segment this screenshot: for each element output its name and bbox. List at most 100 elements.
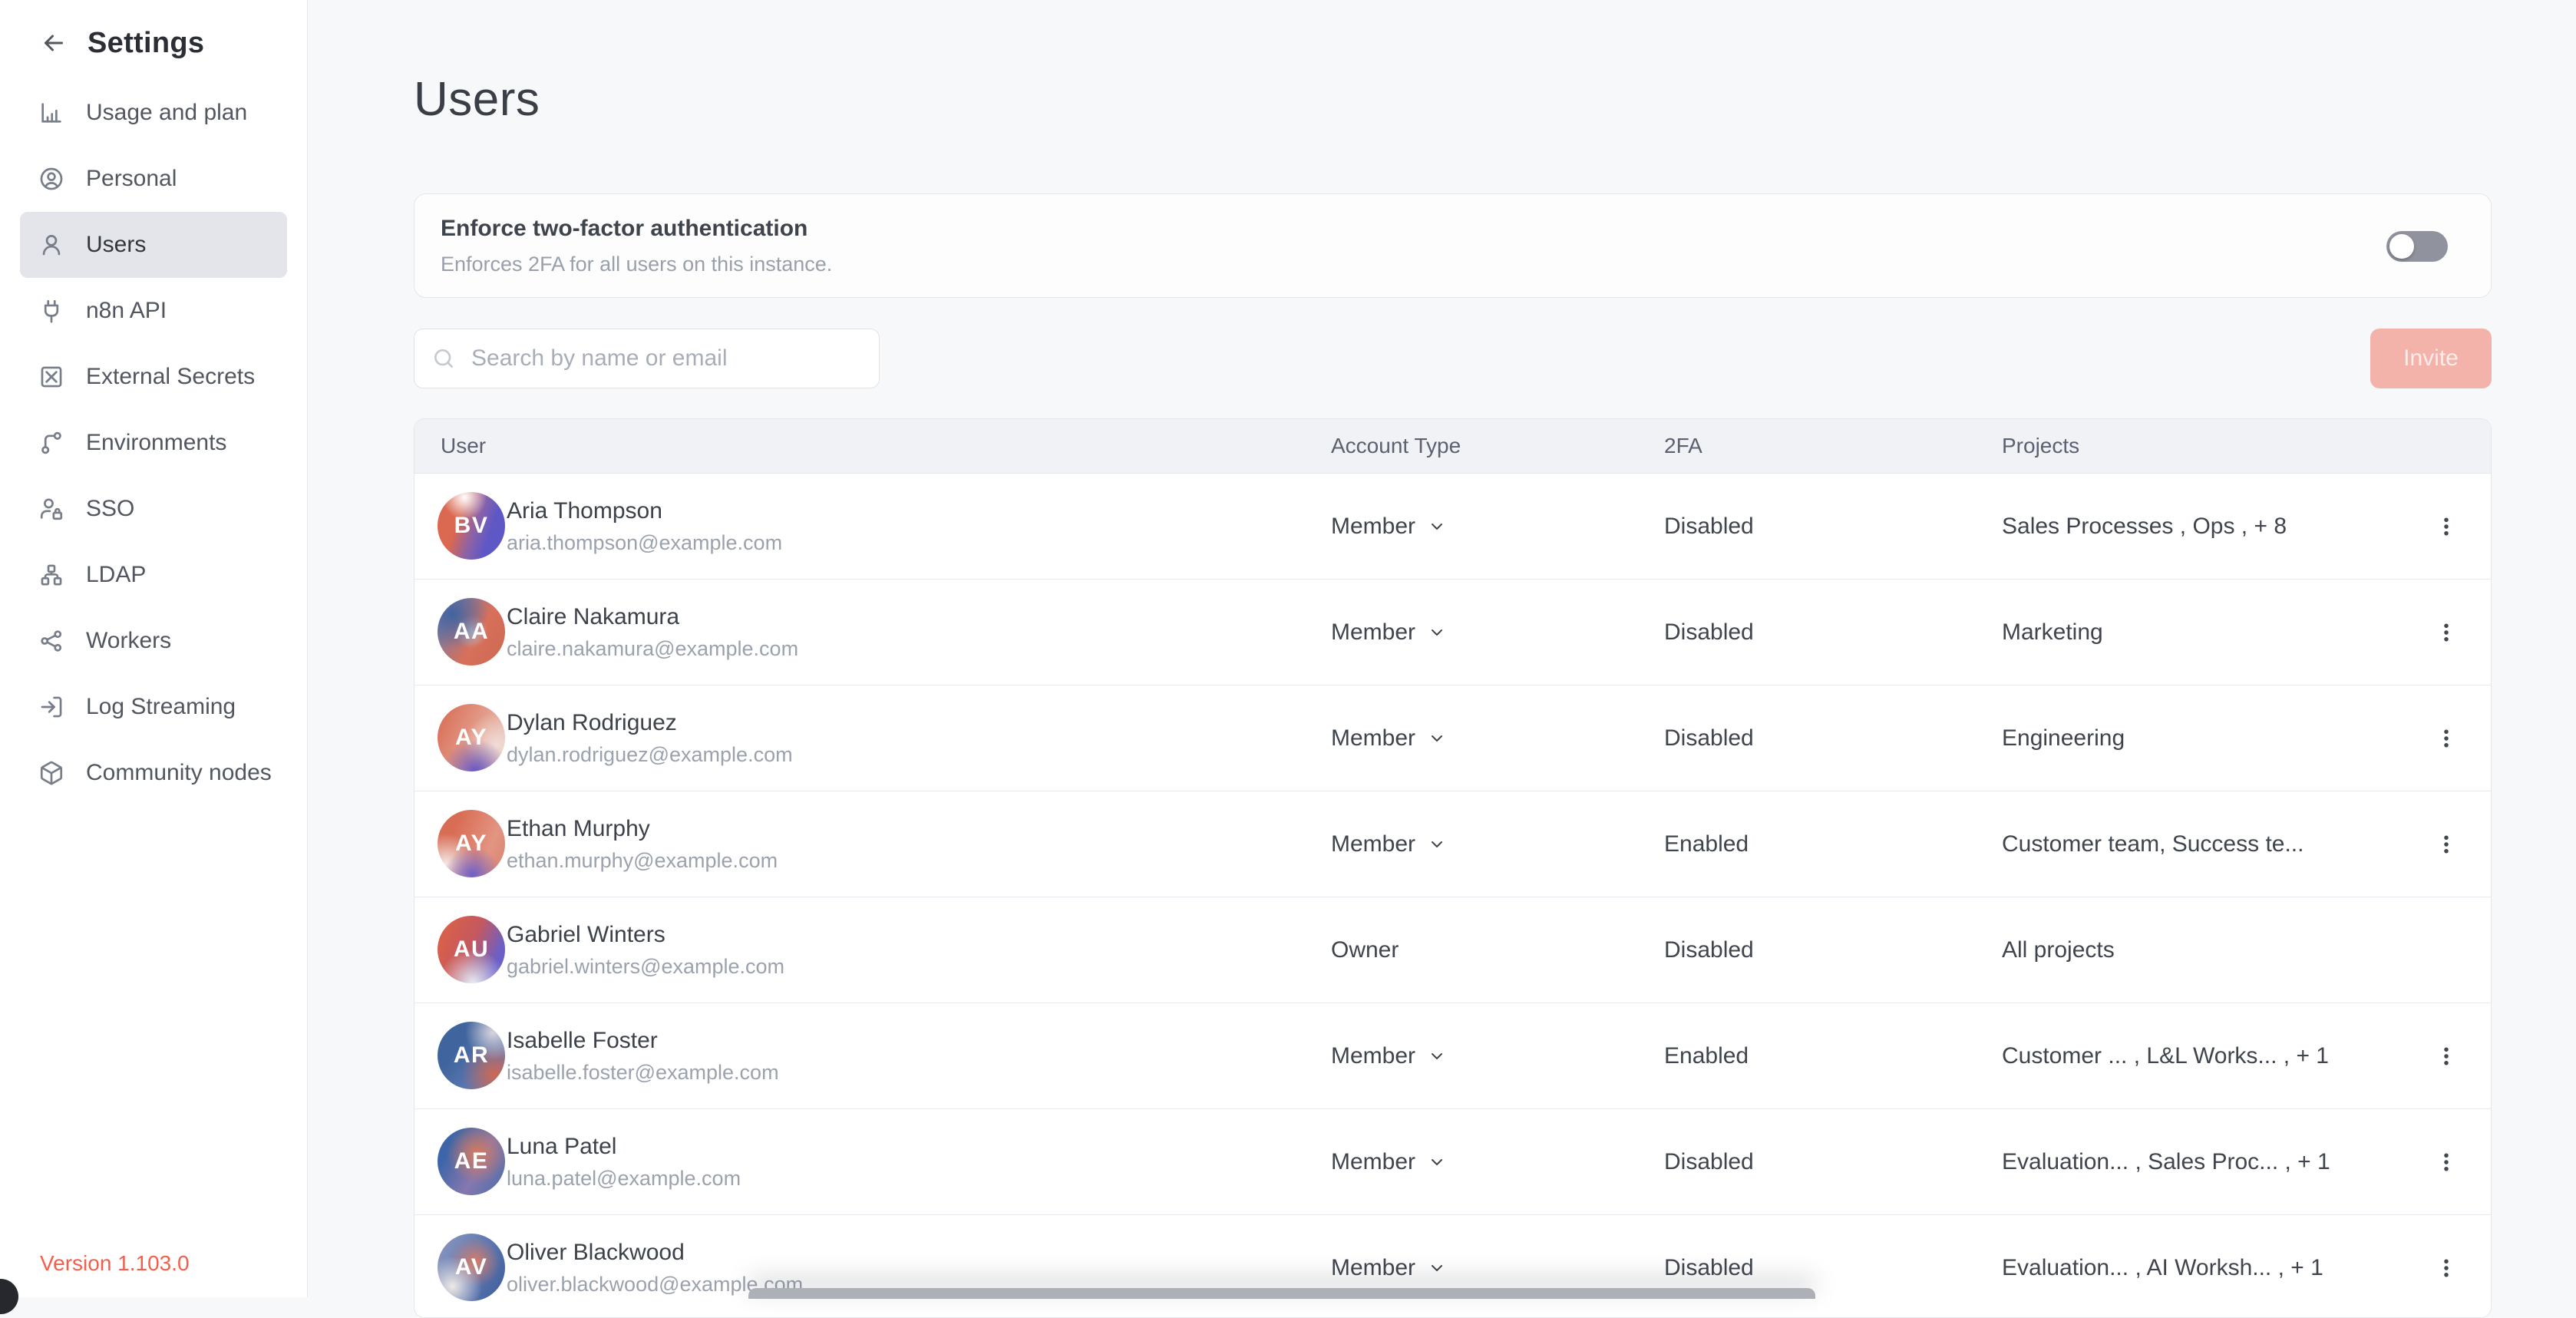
twofa-status: Disabled <box>1664 619 1754 646</box>
invite-button[interactable]: Invite <box>2370 329 2492 388</box>
avatar-initials: AY <box>455 725 487 751</box>
table-row: AE Luna Patel luna.patel@example.com Mem… <box>414 1109 2491 1215</box>
enforce-2fa-card: Enforce two-factor authentication Enforc… <box>414 193 2492 298</box>
twofa-status: Enabled <box>1664 1043 1749 1069</box>
avatar: AV <box>438 1234 505 1301</box>
avatar: AU <box>438 916 505 983</box>
column-header-projects: Projects <box>2002 419 2079 473</box>
chevron-down-icon <box>1428 1259 1446 1277</box>
account-type-dropdown[interactable]: Member <box>1331 831 1446 857</box>
account-type-value: Member <box>1331 1149 1415 1175</box>
user-cell: Luna Patel luna.patel@example.com <box>507 1134 741 1191</box>
main-content: Users Enforce two-factor authentication … <box>308 0 2576 1297</box>
row-menu-button[interactable] <box>2425 823 2468 866</box>
sidebar-item-external-secrets[interactable]: External Secrets <box>20 344 287 410</box>
avatar: AR <box>438 1022 505 1089</box>
user-email: luna.patel@example.com <box>507 1167 741 1191</box>
user-cell: Claire Nakamura claire.nakamura@example.… <box>507 604 798 661</box>
twofa-status: Disabled <box>1664 1149 1754 1175</box>
user-email: gabriel.winters@example.com <box>507 955 784 979</box>
git-branch-icon <box>38 430 64 456</box>
toggle-knob <box>2389 234 2414 259</box>
account-type-value: Member <box>1331 619 1415 646</box>
user-cell: Aria Thompson aria.thompson@example.com <box>507 498 782 555</box>
user-name: Ethan Murphy <box>507 816 778 842</box>
hierarchy-icon <box>38 562 64 588</box>
search-box[interactable] <box>414 329 880 388</box>
user-cell: Ethan Murphy ethan.murphy@example.com <box>507 816 778 873</box>
row-menu-button[interactable] <box>2425 611 2468 654</box>
user-email: claire.nakamura@example.com <box>507 637 798 661</box>
row-menu-button[interactable] <box>2425 717 2468 760</box>
sidebar-item-sso[interactable]: SSO <box>20 476 287 542</box>
sidebar-item-personal[interactable]: Personal <box>20 146 287 212</box>
projects-cell: Engineering <box>2002 725 2125 751</box>
twofa-status: Enabled <box>1664 831 1749 857</box>
sidebar-item-usage-and-plan[interactable]: Usage and plan <box>20 80 287 146</box>
user-name: Luna Patel <box>507 1134 741 1160</box>
account-type-dropdown[interactable]: Member <box>1331 1149 1446 1175</box>
enforce-2fa-toggle[interactable] <box>2386 231 2448 262</box>
twofa-status: Disabled <box>1664 725 1754 751</box>
sidebar-item-workers[interactable]: Workers <box>20 608 287 674</box>
sidebar-title: Settings <box>88 27 204 60</box>
avatar-initials: AV <box>455 1254 487 1280</box>
account-type-dropdown[interactable]: Member <box>1331 1255 1446 1281</box>
back-button[interactable] <box>37 26 71 60</box>
sidebar-item-log-streaming[interactable]: Log Streaming <box>20 674 287 740</box>
user-name: Isabelle Foster <box>507 1028 779 1054</box>
row-menu-button[interactable] <box>2425 505 2468 548</box>
user-email: dylan.rodriguez@example.com <box>507 743 793 767</box>
user-name: Dylan Rodriguez <box>507 710 793 736</box>
projects-cell: Customer ... , L&L Works... , + 1 <box>2002 1043 2329 1069</box>
sidebar-item-community-nodes[interactable]: Community nodes <box>20 740 287 806</box>
enforce-2fa-title: Enforce two-factor authentication <box>441 216 807 242</box>
account-type-dropdown[interactable]: Member <box>1331 1043 1446 1069</box>
table-row: AV Oliver Blackwood oliver.blackwood@exa… <box>414 1215 2491 1318</box>
version-label[interactable]: Version 1.103.0 <box>40 1251 190 1276</box>
account-type-value: Member <box>1331 831 1415 857</box>
bar-chart-icon <box>38 100 64 126</box>
twofa-status: Disabled <box>1664 937 1754 963</box>
avatar-initials: AR <box>454 1042 489 1069</box>
projects-cell: Evaluation... , Sales Proc... , + 1 <box>2002 1149 2330 1175</box>
network-icon <box>38 628 64 654</box>
chevron-down-icon <box>1428 517 1446 536</box>
user-circle-icon <box>38 166 64 192</box>
projects-cell: All projects <box>2002 937 2115 963</box>
sidebar-item-ldap[interactable]: LDAP <box>20 542 287 608</box>
user-cell: Dylan Rodriguez dylan.rodriguez@example.… <box>507 710 793 767</box>
row-menu-button[interactable] <box>2425 1141 2468 1184</box>
user-cell: Gabriel Winters gabriel.winters@example.… <box>507 922 784 979</box>
user-email: ethan.murphy@example.com <box>507 849 778 873</box>
kebab-icon <box>2435 833 2458 856</box>
column-header-account-type: Account Type <box>1331 419 1461 473</box>
search-input[interactable] <box>470 345 862 372</box>
row-menu-button[interactable] <box>2425 1035 2468 1078</box>
account-type-dropdown[interactable]: Member <box>1331 514 1446 540</box>
account-type-dropdown[interactable]: Member <box>1331 725 1446 751</box>
avatar-initials: AU <box>454 936 489 963</box>
account-type-value: Owner <box>1331 937 1399 963</box>
users-table: User Account Type 2FA Projects BV Aria T… <box>414 418 2492 1318</box>
log-in-icon <box>38 694 64 720</box>
account-type-dropdown[interactable]: Member <box>1331 619 1446 646</box>
kebab-icon <box>2435 1045 2458 1068</box>
sidebar-item-n8n-api[interactable]: n8n API <box>20 278 287 344</box>
avatar-initials: AE <box>454 1148 489 1174</box>
table-row: AA Claire Nakamura claire.nakamura@examp… <box>414 580 2491 685</box>
user-name: Oliver Blackwood <box>507 1240 803 1266</box>
table-row: AR Isabelle Foster isabelle.foster@examp… <box>414 1003 2491 1109</box>
plug-icon <box>38 298 64 324</box>
chevron-down-icon <box>1428 1047 1446 1065</box>
row-menu-button[interactable] <box>2425 1247 2468 1290</box>
page-title: Users <box>414 72 540 127</box>
sidebar-item-environments[interactable]: Environments <box>20 410 287 476</box>
table-body: BV Aria Thompson aria.thompson@example.c… <box>414 474 2491 1318</box>
account-type-label: Owner <box>1331 937 1399 963</box>
kebab-icon <box>2435 515 2458 538</box>
sidebar-item-users[interactable]: Users <box>20 212 287 278</box>
chevron-down-icon <box>1428 623 1446 642</box>
account-type-value: Member <box>1331 725 1415 751</box>
avatar-initials: AY <box>455 831 487 857</box>
